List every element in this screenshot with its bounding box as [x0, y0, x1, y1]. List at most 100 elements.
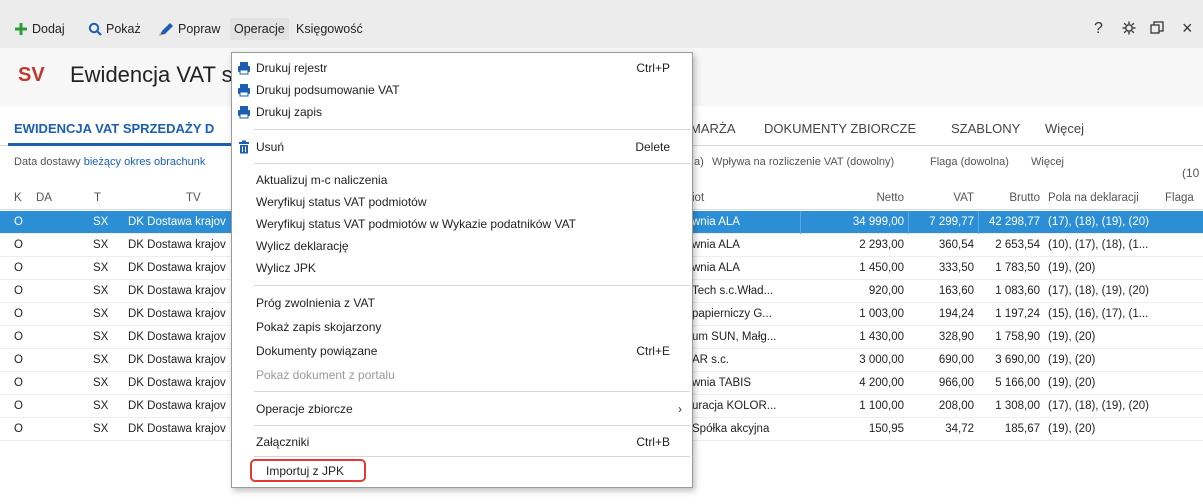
cell-k: O — [14, 216, 23, 228]
menu-item-print-register[interactable]: Drukuj rejestr Ctrl+P — [232, 58, 692, 78]
cell-podmiot: Tech s.c.Wład... — [692, 285, 774, 297]
menu-separator — [254, 285, 690, 286]
cell-vat: 360,54 — [938, 239, 974, 251]
cell-podmiot: wnia ALA — [692, 239, 740, 251]
menu-item-label: Aktualizuj m-c naliczenia — [256, 173, 388, 187]
menu-item-shortcut: Delete — [635, 140, 670, 154]
cell-brutto: 42 298,77 — [988, 216, 1040, 228]
tab-marza[interactable]: MARŻA — [690, 121, 736, 136]
cell-netto: 3 000,00 — [859, 354, 904, 366]
flag-filter[interactable]: Flaga (dowolna) — [930, 156, 1009, 168]
more-filters-link[interactable]: Więcej — [1031, 156, 1064, 168]
cell-pola: (10), (17), (18), (1... — [1048, 239, 1149, 251]
col-k[interactable]: K — [14, 192, 22, 204]
cell-podmiot: wnia ALA — [692, 216, 740, 228]
restore-window-icon[interactable] — [1150, 21, 1164, 40]
cell-pola: (17), (18), (19), (20) — [1048, 216, 1149, 228]
tab-ewidencja-vat-sprzedazy[interactable]: EWIDENCJA VAT SPRZEDAŻY D — [14, 121, 214, 136]
col-podmiot[interactable]: iot — [692, 192, 704, 204]
cell-podmiot: um SUN, Małg... — [692, 331, 777, 343]
cell-pola: (17), (18), (19), (20) — [1048, 285, 1149, 297]
cell-k: O — [14, 354, 23, 366]
date-filter[interactable]: Data dostawy bieżący okres obrachunk — [14, 156, 205, 168]
menu-item-label: Próg zwolnienia z VAT — [256, 296, 375, 310]
cell-t: SX — [93, 354, 109, 366]
menu-item-vat-threshold[interactable]: Próg zwolnienia z VAT — [232, 293, 692, 313]
cell-t: SX — [93, 377, 109, 389]
col-tv[interactable]: TV — [186, 192, 201, 204]
show-button[interactable]: Pokaż — [88, 18, 141, 40]
gear-icon[interactable] — [1122, 21, 1136, 40]
trash-icon — [237, 140, 251, 154]
cell-brutto: 1 783,50 — [995, 262, 1040, 274]
chevron-right-icon: › — [678, 402, 682, 416]
cell-vat: 328,90 — [938, 331, 974, 343]
menu-item-label: Weryfikuj status VAT podmiotów w Wykazie… — [256, 217, 577, 231]
cell-pola: (19), (20) — [1048, 331, 1096, 343]
tab-wiecej[interactable]: Więcej — [1045, 121, 1084, 136]
col-pola-na-deklaracji[interactable]: Pola na deklaracji — [1048, 192, 1139, 204]
cell-k: O — [14, 308, 23, 320]
cell-netto: 1 100,00 — [859, 400, 904, 412]
menu-item-print-record[interactable]: Drukuj zapis — [232, 102, 692, 122]
cell-t: SX — [93, 331, 109, 343]
menu-item-label: Pokaż zapis skojarzony — [256, 320, 382, 334]
cell-pola: (19), (20) — [1048, 423, 1096, 435]
cell-pola: (15), (16), (17), (1... — [1048, 308, 1149, 320]
cell-netto: 1 450,00 — [859, 262, 904, 274]
cell-tv: DK Dostawa krajov — [128, 400, 226, 412]
cell-brutto: 1 083,60 — [995, 285, 1040, 297]
tab-dokumenty-zbiorcze[interactable]: DOKUMENTY ZBIORCZE — [764, 121, 916, 136]
cell-k: O — [14, 423, 23, 435]
cell-tv: DK Dostawa krajov — [128, 331, 226, 343]
menu-item-bulk-operations[interactable]: Operacje zbiorcze › — [232, 399, 692, 419]
cell-brutto: 1 197,24 — [995, 308, 1040, 320]
cell-podmiot: Spółka akcyjna — [692, 423, 770, 435]
operations-menu-button[interactable]: Operacje — [230, 18, 289, 40]
menu-item-related-docs[interactable]: Dokumenty powiązane Ctrl+E — [232, 341, 692, 361]
menu-item-show-linked-record[interactable]: Pokaż zapis skojarzony — [232, 317, 692, 337]
vat-flow-filter[interactable]: Wpływa na rozliczenie VAT (dowolny) — [712, 156, 894, 168]
menu-item-calc-jpk[interactable]: Wylicz JPK — [232, 258, 692, 278]
tab-szablony[interactable]: SZABLONY — [951, 121, 1020, 136]
operations-label: Operacje — [234, 22, 285, 36]
menu-item-update-month[interactable]: Aktualizuj m-c naliczenia — [232, 170, 692, 190]
col-vat[interactable]: VAT — [930, 192, 974, 204]
cell-t: SX — [93, 400, 109, 412]
module-badge: SV — [18, 64, 45, 86]
cell-tv: DK Dostawa krajov — [128, 239, 226, 251]
menu-separator — [254, 129, 690, 130]
menu-item-verify-vat-status-list[interactable]: Weryfikuj status VAT podmiotów w Wykazie… — [232, 214, 692, 234]
cell-pola: (19), (20) — [1048, 377, 1096, 389]
edit-button[interactable]: Popraw — [158, 18, 220, 40]
col-da[interactable]: DA — [36, 192, 52, 204]
cell-netto: 4 200,00 — [859, 377, 904, 389]
close-icon[interactable]: × — [1182, 18, 1193, 39]
col-flaga[interactable]: Flaga — [1165, 192, 1194, 204]
cell-k: O — [14, 285, 23, 297]
menu-item-verify-vat-status[interactable]: Weryfikuj status VAT podmiotów — [232, 192, 692, 212]
cell-separator — [800, 211, 801, 234]
toolbar: Dodaj Pokaż Popraw Operacje Księgowość ?… — [0, 0, 1203, 48]
date-filter-link[interactable]: bieżący okres obrachunk — [84, 156, 206, 168]
col-t[interactable]: T — [94, 192, 101, 204]
accounting-menu-button[interactable]: Księgowość — [296, 18, 363, 40]
cell-tv: DK Dostawa krajov — [128, 354, 226, 366]
cell-brutto: 1 308,00 — [995, 400, 1040, 412]
col-brutto[interactable]: Brutto — [986, 192, 1040, 204]
cell-vat: 690,00 — [938, 354, 974, 366]
menu-item-attachments[interactable]: Załączniki Ctrl+B — [232, 432, 692, 452]
edit-label: Popraw — [178, 22, 221, 36]
menu-item-label: Wylicz deklarację — [256, 239, 349, 253]
cell-netto: 150,95 — [868, 423, 904, 435]
col-netto[interactable]: Netto — [850, 192, 905, 204]
menu-item-calc-declaration[interactable]: Wylicz deklarację — [232, 236, 692, 256]
menu-item-print-vat-summary[interactable]: Drukuj podsumowanie VAT — [232, 80, 692, 100]
cell-podmiot: uracja KOLOR... — [692, 400, 777, 412]
printer-icon — [237, 61, 251, 75]
add-button[interactable]: Dodaj — [14, 18, 65, 40]
cell-tv: DK Dostawa krajov — [128, 285, 226, 297]
cell-k: O — [14, 331, 23, 343]
menu-item-delete[interactable]: Usuń Delete — [232, 137, 692, 157]
help-icon[interactable]: ? — [1094, 20, 1103, 38]
